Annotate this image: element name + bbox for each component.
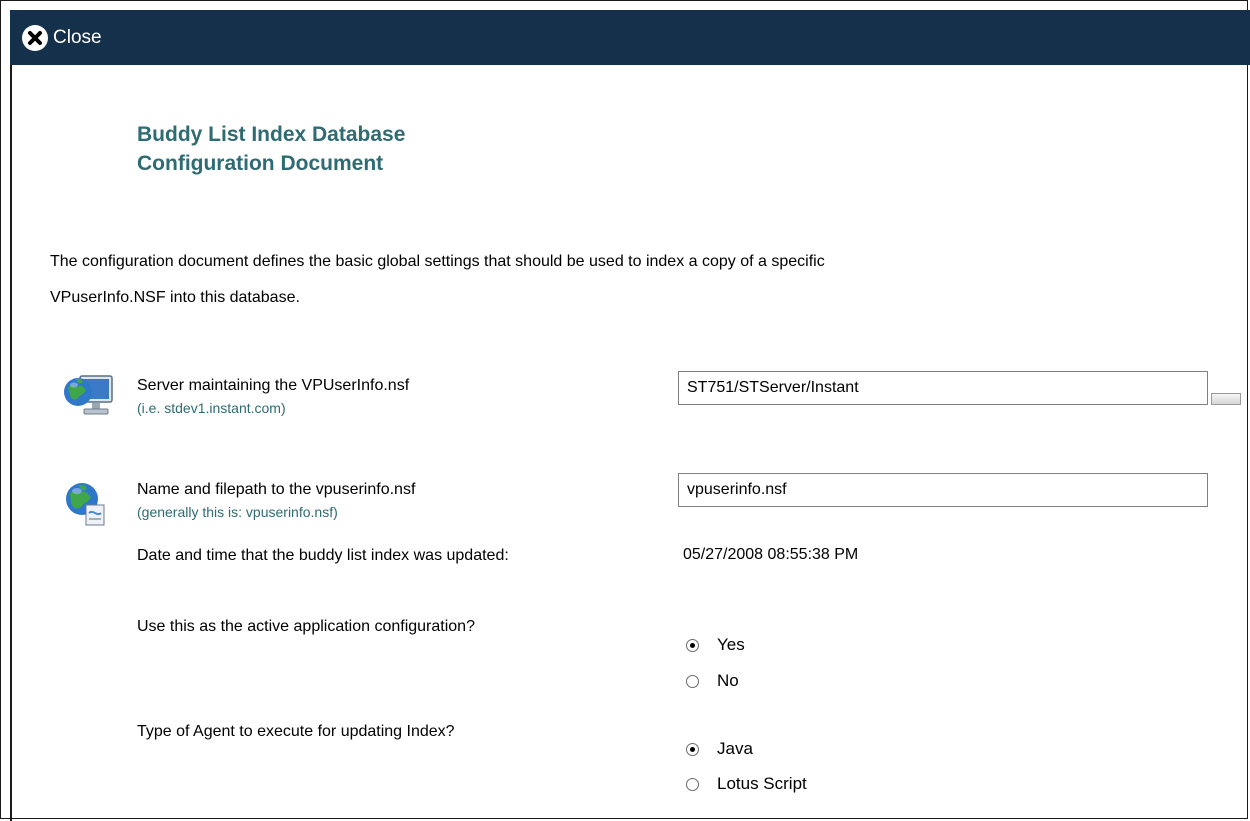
server-input[interactable] [678, 371, 1208, 405]
filepath-input[interactable] [678, 473, 1208, 507]
server-hint: (i.e. stdev1.instant.com) [137, 400, 286, 416]
page-title: Buddy List Index Database Configuration … [137, 120, 405, 178]
intro-text: The configuration document defines the b… [50, 244, 1050, 316]
intro-line2: VPuserInfo.NSF into this database. [50, 289, 300, 306]
filepath-label: Name and filepath to the vpuserinfo.nsf [137, 481, 416, 498]
agent-type-lotusscript-radio[interactable] [686, 777, 699, 791]
active-config-yes-radio[interactable] [686, 638, 699, 652]
active-config-no-radio[interactable] [686, 674, 699, 688]
top-bar: Close [10, 10, 1250, 65]
globe-document-icon [62, 475, 114, 531]
intro-line1: The configuration document defines the b… [50, 253, 825, 270]
close-button[interactable]: Close [22, 24, 102, 51]
close-icon [22, 24, 48, 51]
filepath-hint: (generally this is: vpuserinfo.nsf) [137, 504, 338, 520]
agent-type-java-radio[interactable] [686, 742, 699, 756]
page-title-line2: Configuration Document [137, 152, 384, 175]
agent-type-java-label: Java [717, 739, 753, 758]
network-computer-icon [62, 370, 114, 426]
agent-type-lotusscript-label: Lotus Script [717, 774, 807, 793]
server-label: Server maintaining the VPUserInfo.nsf [137, 377, 410, 394]
updated-label: Date and time that the buddy list index … [137, 547, 509, 564]
active-config-yes-label: Yes [717, 635, 745, 654]
left-divider [10, 65, 12, 821]
active-config-no-label: No [717, 671, 739, 690]
page-title-line1: Buddy List Index Database [137, 123, 406, 146]
server-picker-button[interactable] [1211, 393, 1241, 405]
agent-type-lotusscript-option[interactable]: Lotus Script [686, 774, 807, 794]
agent-type-label: Type of Agent to execute for updating In… [137, 723, 455, 740]
agent-type-java-option[interactable]: Java [686, 739, 753, 759]
updated-value: 05/27/2008 08:55:38 PM [683, 546, 859, 563]
active-config-label: Use this as the active application confi… [137, 618, 475, 635]
active-config-no-option[interactable]: No [686, 671, 739, 691]
close-label: Close [53, 26, 102, 48]
active-config-yes-option[interactable]: Yes [686, 635, 745, 655]
